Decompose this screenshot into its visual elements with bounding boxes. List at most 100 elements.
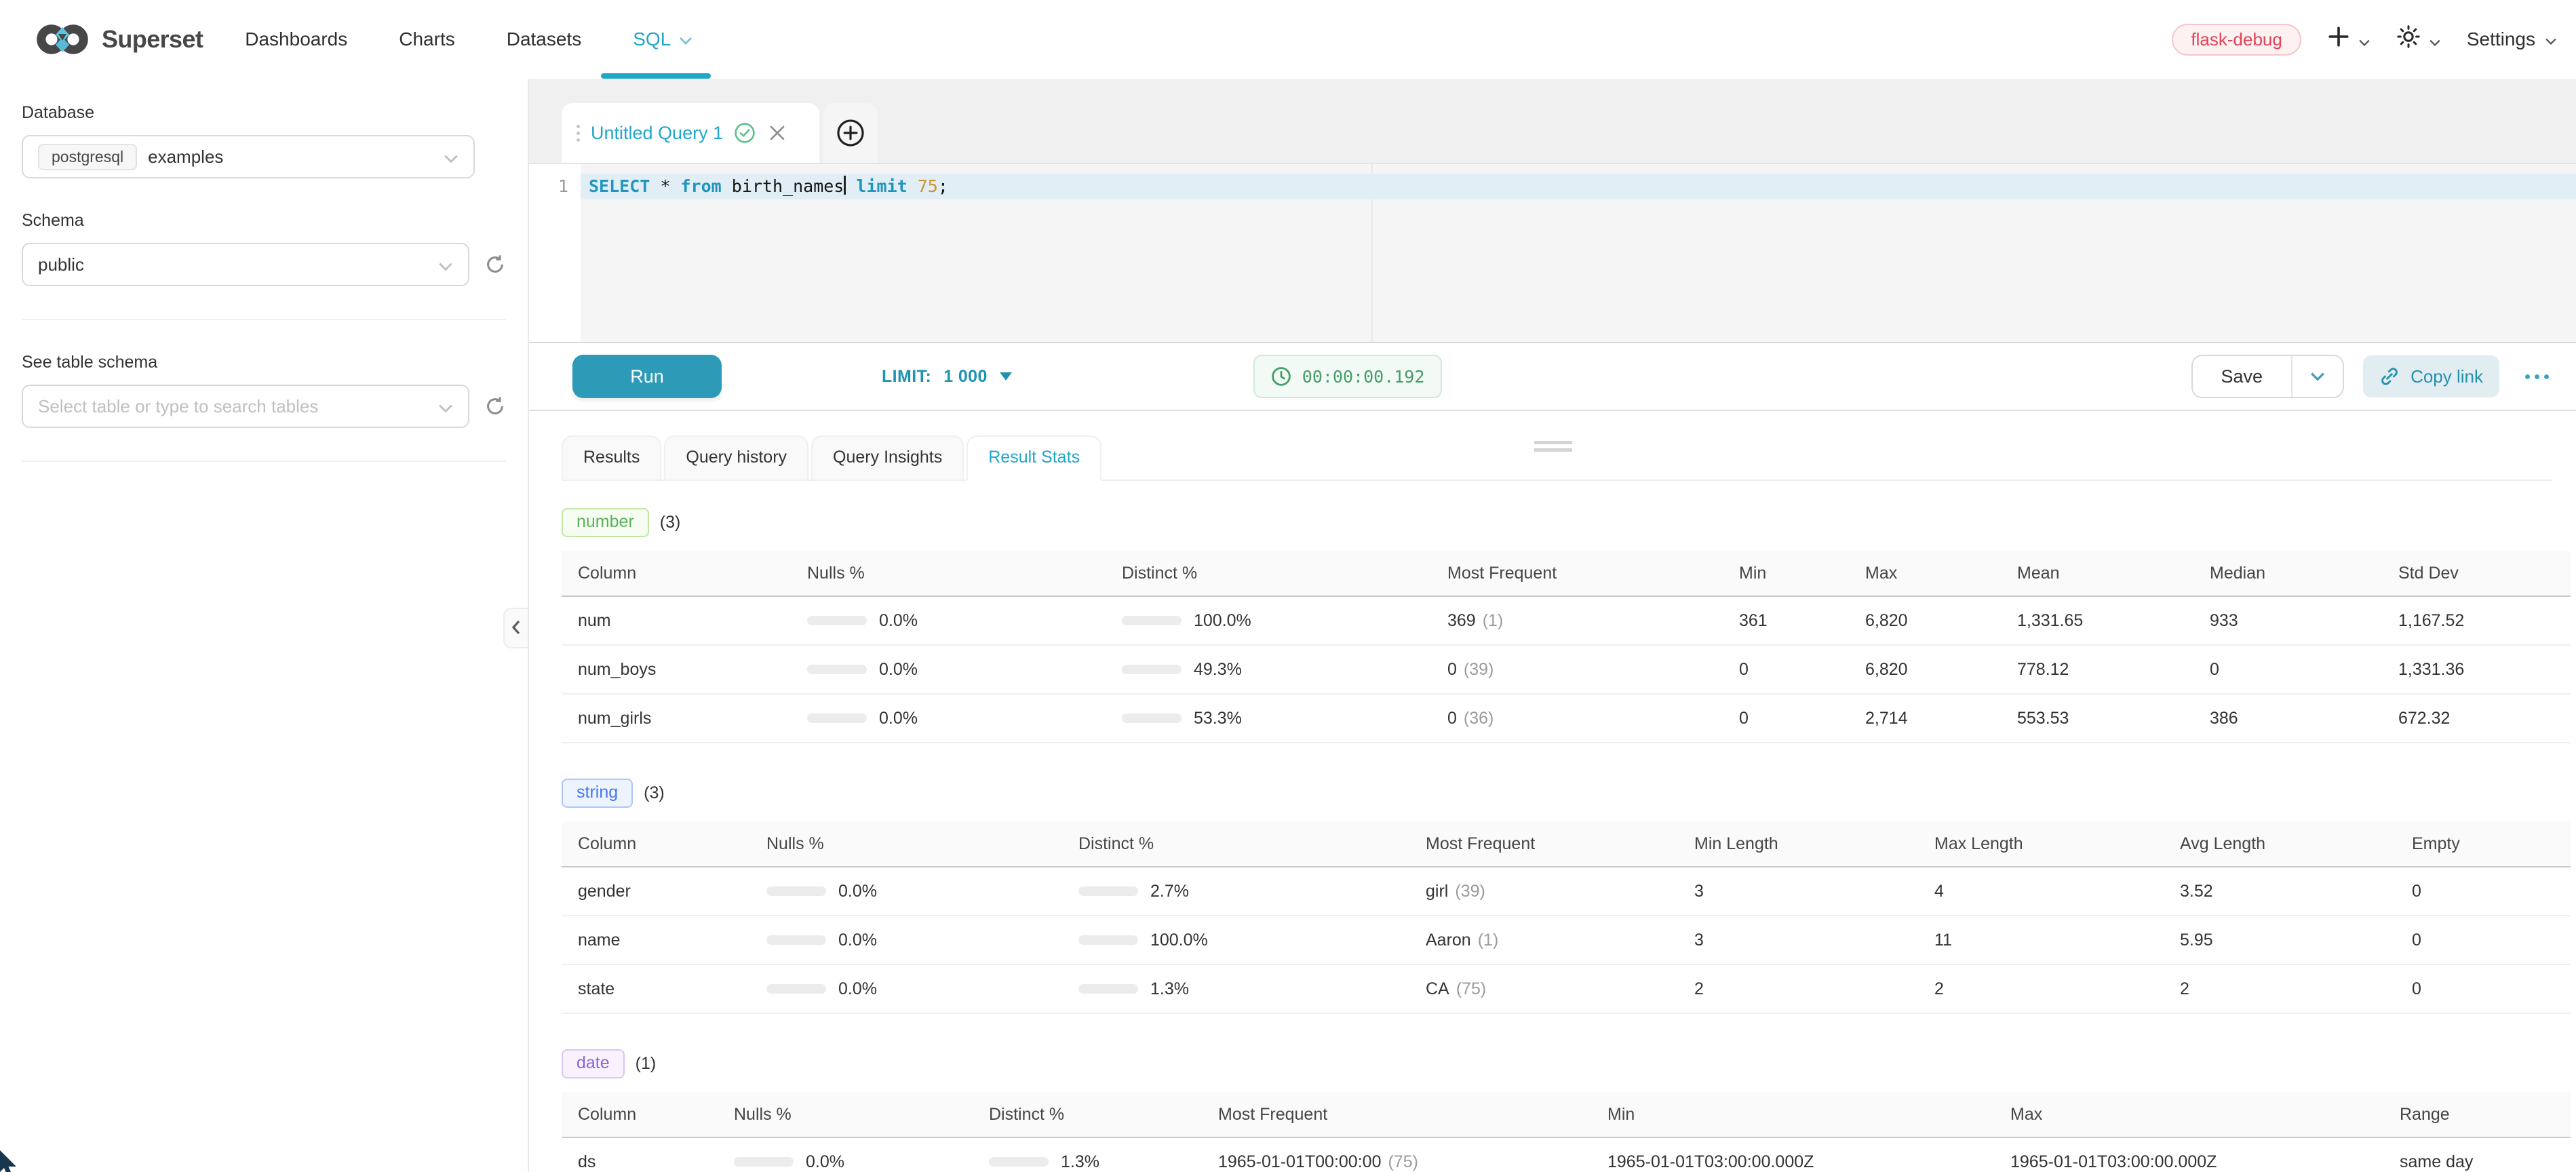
stats-table-date: ColumnNulls %Distinct %Most FrequentMinM…: [562, 1092, 2571, 1172]
table-cell: 53.3%: [1119, 709, 1445, 728]
sql-token: from: [681, 176, 722, 196]
save-options-button[interactable]: [2291, 356, 2343, 397]
sql-editor-pane: Untitled Query 1 1: [529, 79, 2576, 1172]
cell-count: (1): [1478, 931, 1499, 950]
percent-value: 0.0%: [838, 931, 877, 950]
table-row: name0.0%100.0%Aaron(1)3115.950: [562, 916, 2571, 965]
table-cell: 0.0%: [804, 709, 1119, 728]
percent-bar: [807, 714, 867, 723]
nav-item-dashboards[interactable]: Dashboards: [219, 0, 373, 79]
cell-value: 1965-01-01T00:00:00: [1218, 1152, 1381, 1171]
table-cell: 0: [2409, 931, 2571, 950]
table-cell: 0: [1736, 660, 1862, 680]
column-header: Min: [1605, 1105, 2008, 1125]
table-row: gender0.0%2.7%girl(39)343.520: [562, 867, 2571, 916]
nav-item-datasets[interactable]: Datasets: [481, 0, 608, 79]
stats-section-number: number(3)ColumnNulls %Distinct %Most Fre…: [562, 508, 2552, 743]
close-tab-icon[interactable]: [769, 125, 785, 141]
date-type-badge: date: [562, 1049, 625, 1078]
table-row: ds0.0%1.3%1965-01-01T00:00:00(75)1965-01…: [562, 1138, 2571, 1172]
tab-query-history[interactable]: Query history: [664, 435, 808, 481]
schema-select[interactable]: public: [22, 243, 469, 286]
nav-item-charts[interactable]: Charts: [373, 0, 480, 79]
percent-bar: [807, 616, 867, 625]
percent-value: 100.0%: [1150, 931, 1208, 950]
table-cell: 1.3%: [1076, 979, 1423, 999]
superset-logo[interactable]: Superset: [35, 22, 203, 56]
more-actions-button[interactable]: [2522, 366, 2552, 387]
table-cell: 2.7%: [1076, 882, 1423, 901]
sql-token: limit: [856, 176, 907, 196]
refresh-tables-icon[interactable]: [484, 395, 506, 417]
query-tab-untitled-query-1[interactable]: Untitled Query 1: [562, 103, 819, 163]
table-cell: 553.53: [2014, 709, 2207, 728]
percent-bar: [1078, 886, 1138, 896]
table-cell: 6,820: [1862, 660, 2014, 680]
theme-menu[interactable]: [2396, 24, 2441, 54]
table-cell: 1.3%: [986, 1152, 1215, 1172]
link-icon: [2379, 366, 2400, 387]
copy-link-button[interactable]: Copy link: [2363, 355, 2499, 397]
clock-icon: [1271, 366, 1291, 387]
drag-handle-icon[interactable]: [577, 125, 580, 142]
column-header: Nulls %: [764, 834, 1076, 854]
percent-bar: [1122, 714, 1182, 723]
percent-value: 1.3%: [1061, 1152, 1099, 1172]
column-count: (3): [644, 783, 665, 803]
limit-dropdown[interactable]: LIMIT: 1 000: [882, 367, 1012, 387]
tab-result-stats[interactable]: Result Stats: [967, 435, 1101, 481]
table-schema-label: See table schema: [22, 353, 506, 372]
editor-toolbar: Run LIMIT: 1 000 00:00:00.192 Save: [529, 343, 2576, 410]
number-type-badge: number: [562, 508, 649, 537]
refresh-schemas-icon[interactable]: [484, 254, 506, 275]
type-badge-row: number(3): [562, 508, 2552, 537]
table-cell: same day: [2397, 1152, 2571, 1172]
column-header: Std Dev: [2396, 564, 2571, 583]
sql-token: [722, 176, 732, 196]
table-cell: 4: [1932, 882, 2177, 901]
column-header: Min: [1736, 564, 1862, 583]
cell-count: (1): [1483, 611, 1504, 630]
top-nav: Superset Dashboards Charts Datasets SQL …: [0, 0, 2576, 79]
column-header: Range: [2397, 1105, 2571, 1125]
caret-down-icon: [1000, 372, 1012, 380]
table-cell: 0(39): [1445, 660, 1736, 680]
percent-value: 0.0%: [838, 882, 877, 901]
table-cell: 5.95: [2177, 931, 2409, 950]
percent-bar: [766, 935, 826, 945]
sql-token: [670, 176, 680, 196]
resize-drag-handle[interactable]: [1534, 441, 1572, 452]
table-select[interactable]: Select table or type to search tables: [22, 385, 469, 428]
table-cell: 0(36): [1445, 709, 1736, 728]
table-cell: 2: [1932, 979, 2177, 999]
sql-code-editor[interactable]: 1 SELECT * from birth_names limit 75;: [529, 163, 2576, 343]
nav-item-sql[interactable]: SQL: [607, 0, 718, 79]
table-cell: 361: [1736, 611, 1862, 631]
table-cell: 1965-01-01T03:00:00.000Z: [2008, 1152, 2397, 1172]
chevron-down-icon: [2545, 28, 2557, 50]
collapse-sidebar-button[interactable]: [503, 608, 528, 648]
database-select[interactable]: postgresql examples: [22, 135, 475, 178]
cell-value: 369: [1447, 611, 1476, 630]
limit-label: LIMIT:: [882, 367, 931, 387]
new-menu[interactable]: [2327, 25, 2370, 54]
query-success-check-icon: [734, 122, 756, 144]
percent-bar: [807, 665, 867, 674]
schema-value: public: [38, 254, 84, 275]
tab-results[interactable]: Results: [562, 435, 661, 481]
save-button[interactable]: Save: [2193, 356, 2292, 397]
add-query-tab-button[interactable]: [823, 103, 878, 163]
tab-query-insights[interactable]: Query Insights: [811, 435, 964, 481]
table-cell: 3.52: [2177, 882, 2409, 901]
column-header: Column: [562, 1105, 731, 1125]
pane-divider: [529, 410, 2576, 411]
run-button[interactable]: Run: [572, 355, 722, 398]
nav-right-cluster: flask-debug: [2172, 24, 2557, 56]
table-cell: 0: [2207, 660, 2396, 680]
column-header: Most Frequent: [1445, 564, 1736, 583]
column-header: Empty: [2409, 834, 2571, 854]
settings-menu[interactable]: Settings: [2467, 28, 2557, 50]
sql-code-line: SELECT * from birth_names limit 75;: [589, 174, 948, 199]
sun-icon: [2396, 24, 2421, 54]
table-cell: 1965-01-01T03:00:00.000Z: [1605, 1152, 2008, 1172]
